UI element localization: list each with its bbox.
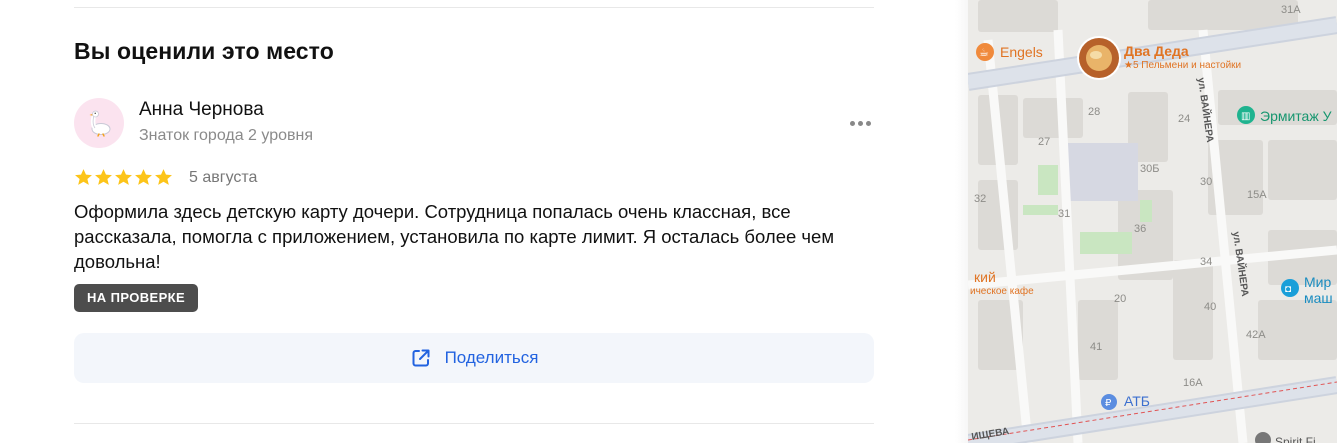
house-number: 28 <box>1088 106 1100 118</box>
coffee-icon: ☕ <box>979 47 989 59</box>
poi-label: Эрмитаж У <box>1260 108 1332 124</box>
poi-subtitle: маш <box>1304 290 1333 306</box>
house-number: 40 <box>1204 301 1216 313</box>
poi-label: Spirit Fi <box>1275 435 1316 443</box>
status-badge: НА ПРОВЕРКЕ <box>74 284 199 312</box>
dot-icon <box>857 120 863 126</box>
author-level: Знаток города 2 уровня <box>139 127 314 144</box>
poi-label: кий <box>974 269 996 285</box>
goose-icon <box>89 110 111 137</box>
divider <box>74 7 874 8</box>
house-number: 34 <box>1200 256 1212 268</box>
house-number: 32 <box>974 193 986 205</box>
dot-icon <box>849 120 855 126</box>
house-number: 16А <box>1183 377 1203 389</box>
poi-atb[interactable]: ₽ АТБ <box>1101 393 1150 410</box>
house-number: 42А <box>1246 329 1266 341</box>
house-number: 36 <box>1134 223 1146 235</box>
house-number: 31 <box>1058 208 1070 220</box>
house-number: 20 <box>1114 293 1126 305</box>
share-label: Поделиться <box>444 348 539 367</box>
rating-stars <box>74 168 173 187</box>
share-icon <box>412 349 430 367</box>
poi-label: Engels <box>1000 44 1043 60</box>
bank-icon: ₽ <box>1105 398 1112 409</box>
house-number: 31А <box>1281 4 1301 16</box>
poi-label: Два Деда <box>1124 43 1189 59</box>
poi-engels[interactable]: ☕ Engels <box>976 43 1043 61</box>
more-options-button[interactable] <box>845 114 875 132</box>
star-icon <box>95 169 112 185</box>
divider <box>74 423 874 424</box>
review-date: 5 августа <box>189 169 258 186</box>
house-number: 41 <box>1090 341 1102 353</box>
house-number: 27 <box>1038 136 1050 148</box>
poi-subtitle: ★5 Пельмени и настойки <box>1124 60 1241 71</box>
dot-icon <box>865 120 871 126</box>
star-icon <box>135 169 152 185</box>
museum-icon: ▥ <box>1241 111 1250 122</box>
house-number: 15А <box>1247 189 1267 201</box>
section-title: Вы оценили это место <box>74 38 334 64</box>
poi-label: АТБ <box>1124 393 1150 409</box>
map-canvas[interactable]: 31А 28 24 27 30Б 30 15А 32 31 36 34 40 2… <box>968 0 1337 443</box>
star-icon <box>75 169 92 185</box>
poi-label: Мир <box>1304 274 1331 290</box>
star-icon <box>155 169 172 185</box>
review-panel: Вы оценили это место Анна Чернова Знаток… <box>0 0 955 443</box>
house-number: 30 <box>1200 176 1212 188</box>
house-number: 24 <box>1178 113 1190 125</box>
author-name[interactable]: Анна Чернова <box>139 99 264 121</box>
avatar[interactable] <box>74 98 124 148</box>
poi-subtitle: ическое кафе <box>970 285 1034 297</box>
star-icon <box>115 169 132 185</box>
poi-ermitazh[interactable]: ▥ Эрмитаж У <box>1237 106 1332 124</box>
share-button[interactable]: Поделиться <box>74 333 874 383</box>
map[interactable]: 31А 28 24 27 30Б 30 15А 32 31 36 34 40 2… <box>968 0 1337 443</box>
house-number: 30Б <box>1140 163 1159 175</box>
review-text: Оформила здесь детскую карту дочери. Сот… <box>74 201 835 272</box>
shop-icon: ◘ <box>1285 284 1291 295</box>
